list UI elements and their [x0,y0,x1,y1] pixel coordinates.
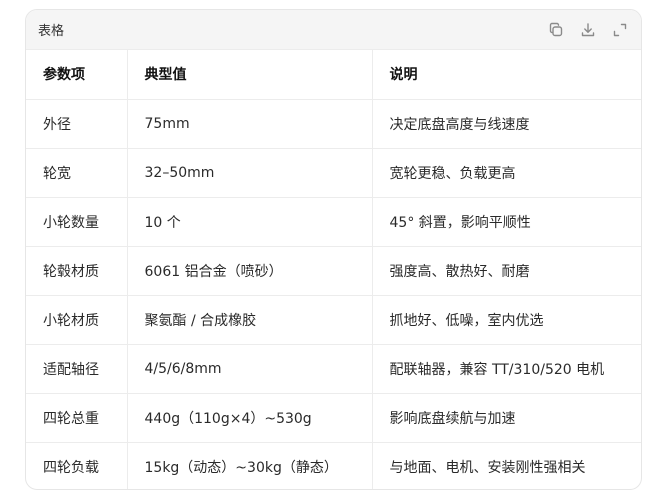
table-cell: 轮宽 [26,148,127,198]
table-header-row: 参数项 典型值 说明 [26,50,641,100]
table-row: 轮宽 32–50mm 宽轮更稳、负载更高 [26,148,641,198]
table-cell: 6061 铝合金（喷砂） [126,246,372,296]
table-cell: 32–50mm [126,148,372,198]
table-row: 外径 75mm 决定底盘高度与线速度 [26,99,641,149]
table-cell: 外径 [26,99,127,149]
table-card: 表格 参数项 典型值 说明 外径 75mm 决定底盘高度与线速度 轮宽 32–5… [25,9,642,490]
table-cell: 小轮数量 [26,197,127,247]
table-row: 适配轴径 4/5/6/8mm 配联轴器，兼容 TT/310/520 电机 [26,344,641,394]
table-row: 轮毂材质 6061 铝合金（喷砂） 强度高、散热好、耐磨 [26,246,641,296]
table-cell: 抓地好、低噪，室内优选 [371,295,641,345]
card-title: 表格 [38,24,65,39]
copy-icon [549,22,563,36]
table-row: 小轮材质 聚氨酯 / 合成橡胶 抓地好、低噪，室内优选 [26,295,641,345]
table-cell: 配联轴器，兼容 TT/310/520 电机 [371,344,641,394]
table-cell: 10 个 [126,197,372,247]
table-cell: 440g（110g×4）~530g [126,393,372,443]
table-row: 四轮负载 15kg（动态）~30kg（静态） 与地面、电机、安装刚性强相关 [26,442,641,489]
table-cell: 聚氨酯 / 合成橡胶 [126,295,372,345]
table-cell: 45° 斜置，影响平顺性 [371,197,641,247]
table-row: 小轮数量 10 个 45° 斜置，影响平顺性 [26,197,641,247]
table-cell: 适配轴径 [26,344,127,394]
table-cell: 4/5/6/8mm [126,344,372,394]
column-header-note: 说明 [371,50,641,100]
spec-table: 参数项 典型值 说明 外径 75mm 决定底盘高度与线速度 轮宽 32–50mm… [26,50,641,489]
card-header: 表格 [26,10,641,50]
expand-button[interactable] [611,21,629,39]
table-cell: 15kg（动态）~30kg（静态） [126,442,372,489]
table-cell: 轮毂材质 [26,246,127,296]
table-cell: 小轮材质 [26,295,127,345]
table-cell: 影响底盘续航与加速 [371,393,641,443]
table-cell: 四轮总重 [26,393,127,443]
table-cell: 四轮负载 [43,459,99,476]
table-cell: 宽轮更稳、负载更高 [371,148,641,198]
table-row: 四轮总重 440g（110g×4）~530g 影响底盘续航与加速 [26,393,641,443]
table-cell: 强度高、散热好、耐磨 [371,246,641,296]
column-header-typical: 典型值 [126,50,372,100]
expand-icon [613,23,627,36]
table-cell: 决定底盘高度与线速度 [371,99,641,149]
card-toolbar [547,21,629,39]
copy-button[interactable] [547,21,565,39]
download-icon [581,22,595,36]
table-cell: 75mm [126,99,372,149]
column-header-param: 参数项 [26,50,127,100]
download-button[interactable] [579,21,597,39]
table-cell: 与地面、电机、安装刚性强相关 [371,442,641,489]
